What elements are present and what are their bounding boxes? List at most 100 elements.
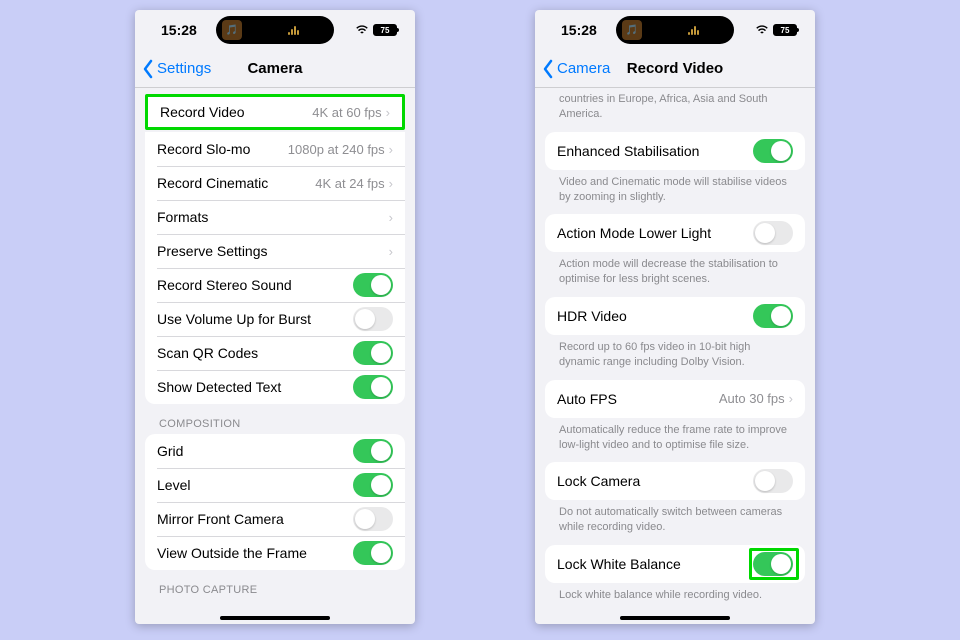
row-record-video[interactable]: Record Video 4K at 60 fps ›: [148, 97, 402, 127]
status-right: 75: [755, 23, 797, 37]
back-button[interactable]: Settings: [135, 59, 211, 79]
row-label: Preserve Settings: [157, 243, 389, 259]
row-auto-fps[interactable]: Auto FPS Auto 30 fps ›: [545, 380, 805, 418]
row-action-mode-low[interactable]: Action Mode Lower Light: [545, 214, 805, 252]
toggle-volume-burst[interactable]: [353, 307, 393, 331]
group-enhanced-stab: Enhanced Stabilisation: [545, 132, 805, 170]
footer-text-cut: countries in Europe, Africa, Asia and So…: [545, 88, 805, 122]
row-label: Formats: [157, 209, 389, 225]
row-label: Auto FPS: [557, 391, 719, 407]
status-time: 15:28: [161, 22, 197, 38]
row-label: Record Slo-mo: [157, 141, 288, 157]
back-label: Camera: [557, 60, 610, 77]
row-value: Auto 30 fps: [719, 391, 785, 406]
row-label: Record Cinematic: [157, 175, 315, 191]
footer-auto-fps: Automatically reduce the frame rate to i…: [545, 418, 805, 453]
chevron-right-icon: ›: [389, 142, 393, 157]
toggle-action-low[interactable]: [753, 221, 793, 245]
row-formats[interactable]: Formats ›: [145, 200, 405, 234]
row-label: Enhanced Stabilisation: [557, 143, 753, 159]
toggle-grid[interactable]: [353, 439, 393, 463]
row-level[interactable]: Level: [145, 468, 405, 502]
row-label: Record Video: [160, 104, 312, 120]
group-lock-wb: Lock White Balance: [545, 545, 805, 583]
group-auto-fps: Auto FPS Auto 30 fps ›: [545, 380, 805, 418]
toggle-enhanced-stab[interactable]: [753, 139, 793, 163]
chevron-right-icon: ›: [389, 176, 393, 191]
row-scan-qr[interactable]: Scan QR Codes: [145, 336, 405, 370]
row-mirror-front[interactable]: Mirror Front Camera: [145, 502, 405, 536]
toggle-scan-qr[interactable]: [353, 341, 393, 365]
nav-bar: Settings Camera: [135, 50, 415, 88]
chevron-left-icon: [541, 59, 555, 79]
phone-left: 15:28 🎵 75 Settings Camera Record Video …: [135, 10, 415, 624]
row-label: Scan QR Codes: [157, 345, 353, 361]
nav-bar: Camera Record Video: [535, 50, 815, 88]
toggle-mirror-front[interactable]: [353, 507, 393, 531]
toggle-detected-text[interactable]: [353, 375, 393, 399]
toggle-lock-wb[interactable]: [753, 552, 793, 576]
now-playing-art: 🎵: [622, 20, 642, 40]
chevron-right-icon: ›: [389, 210, 393, 225]
settings-scroll[interactable]: countries in Europe, Africa, Asia and So…: [535, 88, 815, 624]
chevron-right-icon: ›: [789, 391, 793, 406]
row-stereo-sound[interactable]: Record Stereo Sound: [145, 268, 405, 302]
row-label: Use Volume Up for Burst: [157, 311, 353, 327]
toggle-level[interactable]: [353, 473, 393, 497]
row-value: 4K at 60 fps: [312, 105, 381, 120]
row-label: Record Stereo Sound: [157, 277, 353, 293]
group-record: Record Slo-mo 1080p at 240 fps › Record …: [145, 132, 405, 404]
status-time: 15:28: [561, 22, 597, 38]
row-label: View Outside the Frame: [157, 545, 353, 561]
highlight-record-video: Record Video 4K at 60 fps ›: [145, 94, 405, 130]
footer-enhanced-stab: Video and Cinematic mode will stabilise …: [545, 170, 805, 205]
chevron-right-icon: ›: [389, 244, 393, 259]
section-header-photo-capture: PHOTO CAPTURE: [145, 570, 405, 600]
status-bar: 15:28 🎵 75: [535, 10, 815, 50]
audio-bars-icon: [288, 25, 308, 35]
audio-bars-icon: [688, 25, 708, 35]
group-action-low: Action Mode Lower Light: [545, 214, 805, 252]
section-header-composition: COMPOSITION: [145, 404, 405, 434]
row-label: Lock White Balance: [557, 556, 753, 572]
toggle-stereo[interactable]: [353, 273, 393, 297]
row-value: 1080p at 240 fps: [288, 142, 385, 157]
wifi-icon: [755, 23, 769, 37]
row-grid[interactable]: Grid: [145, 434, 405, 468]
chevron-left-icon: [141, 59, 155, 79]
home-indicator[interactable]: [220, 616, 330, 620]
status-bar: 15:28 🎵 75: [135, 10, 415, 50]
group-hdr: HDR Video: [545, 297, 805, 335]
row-label: Lock Camera: [557, 473, 753, 489]
dynamic-island[interactable]: 🎵: [216, 16, 334, 44]
row-lock-white-balance[interactable]: Lock White Balance: [545, 545, 805, 583]
phone-right: 15:28 🎵 75 Camera Record Video countries…: [535, 10, 815, 624]
wifi-icon: [355, 23, 369, 37]
row-enhanced-stabilisation[interactable]: Enhanced Stabilisation: [545, 132, 805, 170]
toggle-lock-camera[interactable]: [753, 469, 793, 493]
row-label: Grid: [157, 443, 353, 459]
row-lock-camera[interactable]: Lock Camera: [545, 462, 805, 500]
row-view-outside[interactable]: View Outside the Frame: [145, 536, 405, 570]
row-label: HDR Video: [557, 308, 753, 324]
toggle-hdr[interactable]: [753, 304, 793, 328]
row-detected-text[interactable]: Show Detected Text: [145, 370, 405, 404]
group-lock-camera: Lock Camera: [545, 462, 805, 500]
back-label: Settings: [157, 60, 211, 77]
row-label: Action Mode Lower Light: [557, 225, 753, 241]
dynamic-island[interactable]: 🎵: [616, 16, 734, 44]
footer-action-low: Action mode will decrease the stabilisat…: [545, 252, 805, 287]
battery-icon: 75: [773, 24, 797, 36]
toggle-view-outside[interactable]: [353, 541, 393, 565]
back-button[interactable]: Camera: [535, 59, 610, 79]
row-record-slomo[interactable]: Record Slo-mo 1080p at 240 fps ›: [145, 132, 405, 166]
row-hdr-video[interactable]: HDR Video: [545, 297, 805, 335]
settings-scroll[interactable]: Record Video 4K at 60 fps › Record Slo-m…: [135, 88, 415, 624]
home-indicator[interactable]: [620, 616, 730, 620]
footer-lock-wb: Lock white balance while recording video…: [545, 583, 805, 603]
row-record-cinematic[interactable]: Record Cinematic 4K at 24 fps ›: [145, 166, 405, 200]
row-preserve-settings[interactable]: Preserve Settings ›: [145, 234, 405, 268]
now-playing-art: 🎵: [222, 20, 242, 40]
row-volume-burst[interactable]: Use Volume Up for Burst: [145, 302, 405, 336]
row-value: 4K at 24 fps: [315, 176, 384, 191]
